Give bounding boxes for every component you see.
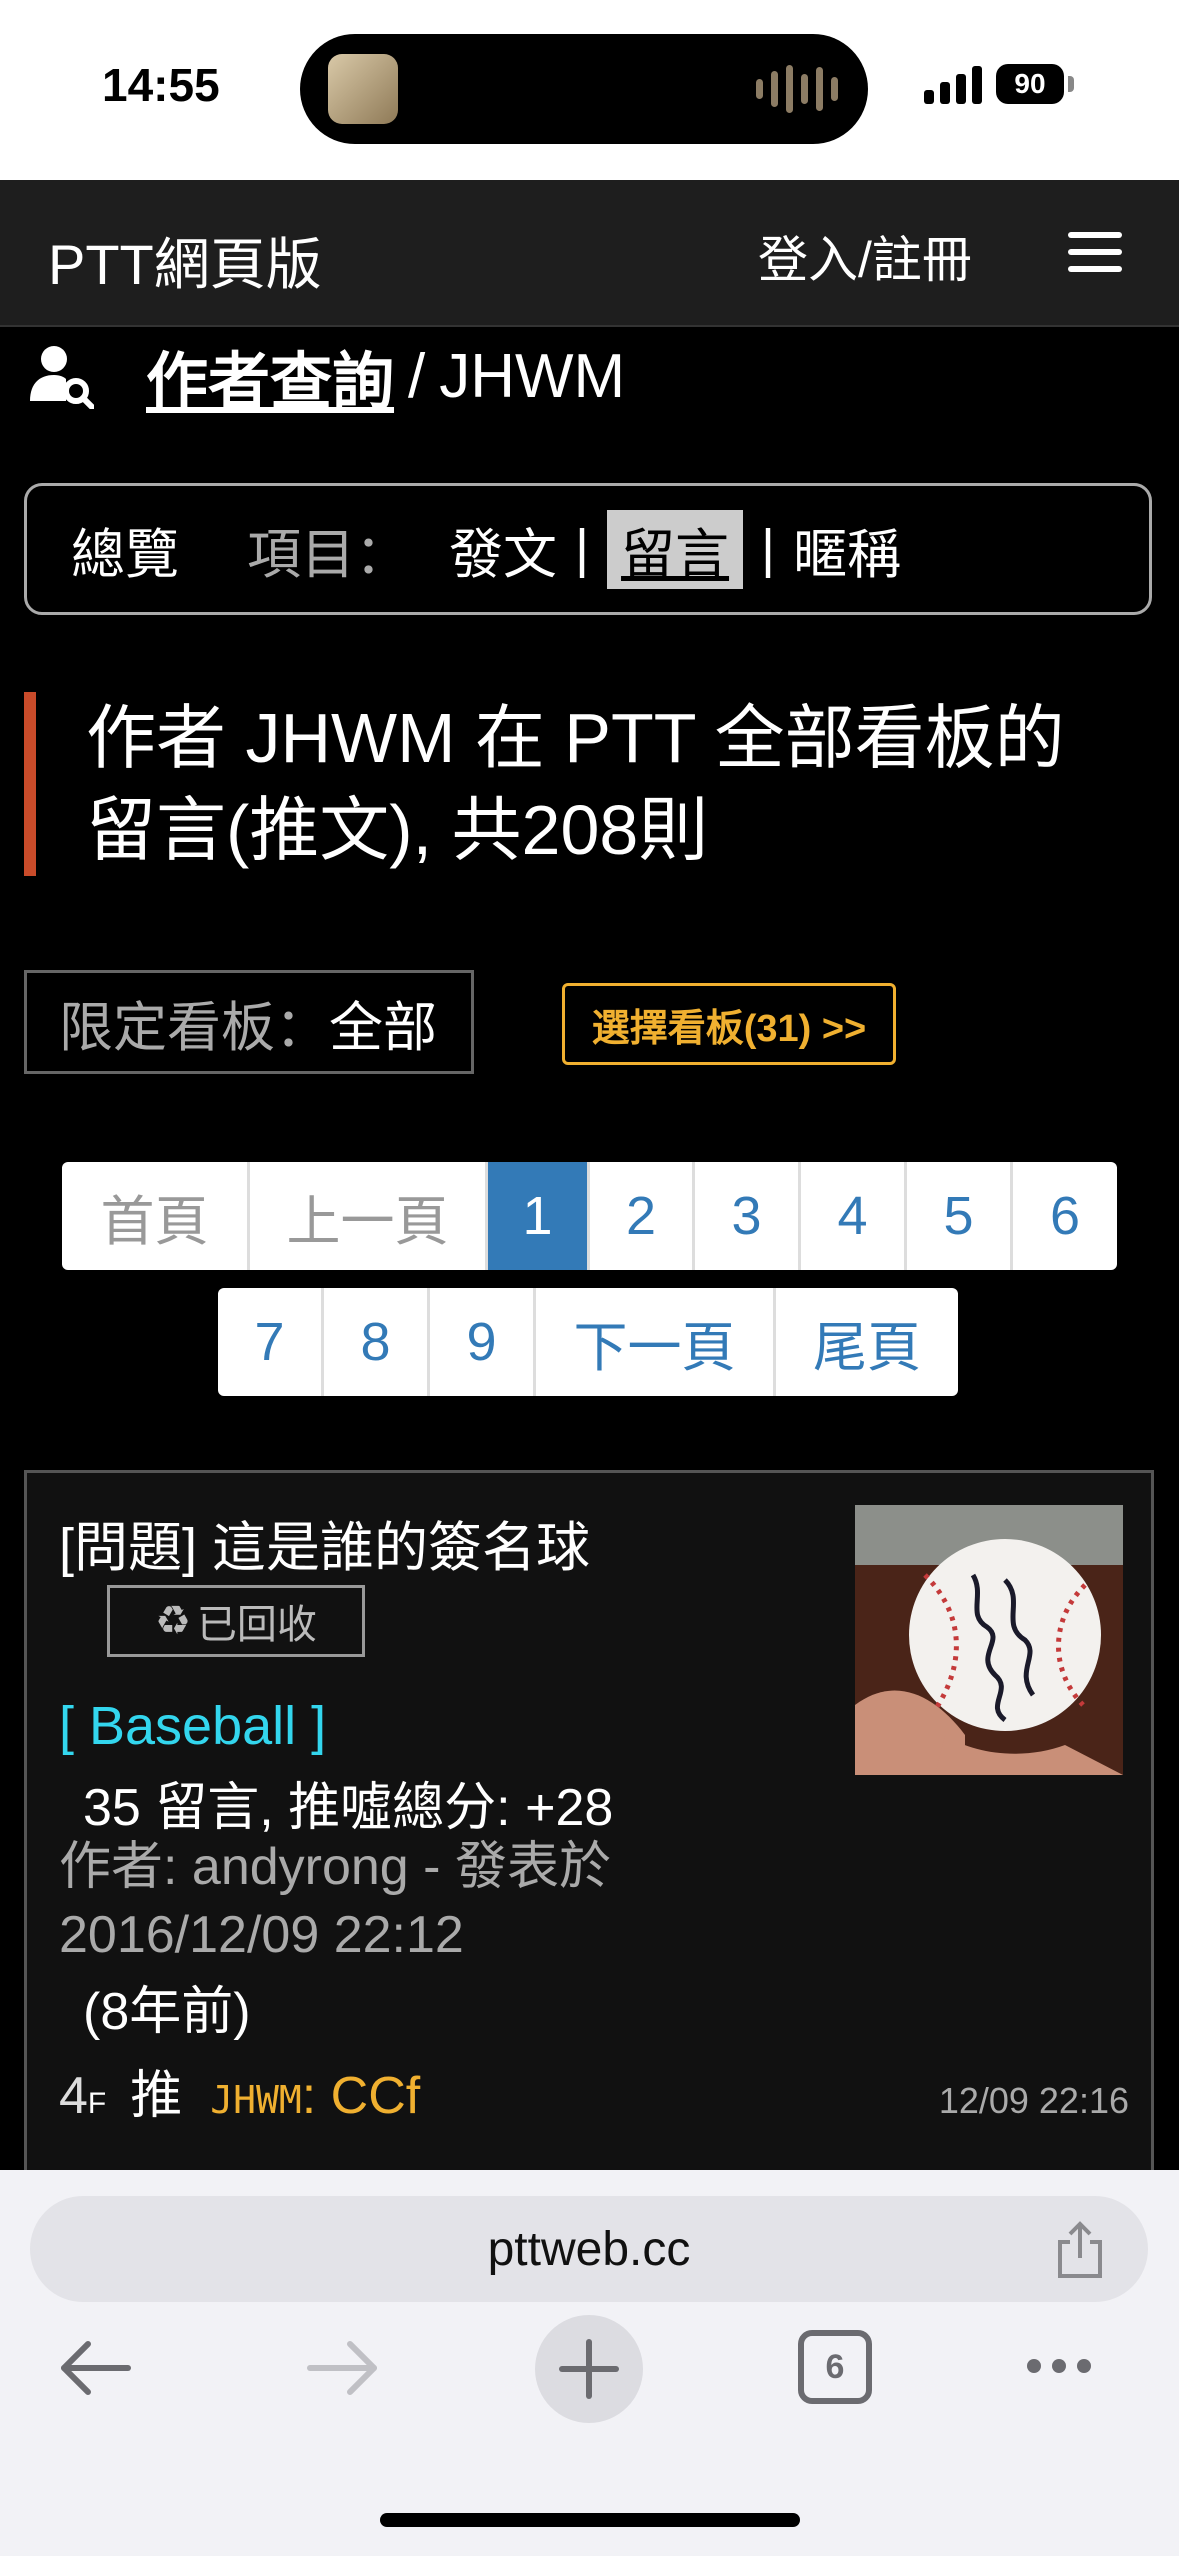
page-4[interactable]: 4 <box>801 1162 907 1270</box>
post-author-line: 作者: andyrong - 發表於 2016/12/09 22:12 <box>59 1838 611 1964</box>
page-2[interactable]: 2 <box>590 1162 695 1270</box>
cellular-signal-icon <box>924 64 982 104</box>
back-arrow-icon[interactable] <box>58 2338 132 2398</box>
push-floor: 4 <box>59 2067 88 2125</box>
tab-posts[interactable]: 發文 <box>449 510 557 589</box>
post-title-link[interactable]: [問題] 這是誰的簽名球 <box>59 1503 590 1582</box>
site-header: PTT網頁版 登入/註冊 <box>0 180 1179 327</box>
board-limit: 限定看板： 全部 <box>24 970 474 1074</box>
board-limit-value: 全部 <box>329 997 437 1058</box>
page-1[interactable]: 1 <box>488 1162 590 1270</box>
breadcrumb-separator: / <box>408 341 426 411</box>
recycle-icon: ♻ <box>155 1599 191 1643</box>
page-title-line2: 留言(推文), 共208則 <box>86 791 709 869</box>
page-next[interactable]: 下一頁 <box>536 1288 776 1396</box>
author-tabs: 總覽 項目： 發文 | 留言 | 暱稱 <box>24 483 1152 615</box>
tab-divider: | <box>761 519 776 579</box>
page-7[interactable]: 7 <box>218 1288 324 1396</box>
page-last[interactable]: 尾頁 <box>776 1288 958 1396</box>
now-playing-artwork <box>328 54 398 124</box>
pagination-row-2: 7 8 9 下一頁 尾頁 <box>218 1288 958 1396</box>
home-indicator[interactable] <box>380 2513 800 2527</box>
tab-nickname[interactable]: 暱稱 <box>793 510 901 589</box>
author-id: JHWM <box>439 341 626 411</box>
share-icon[interactable] <box>1052 2220 1108 2280</box>
choose-board-button[interactable]: 選擇看板(31) >> <box>562 983 896 1065</box>
signed-baseball-image <box>855 1505 1123 1775</box>
more-options-icon[interactable] <box>1024 2356 1094 2376</box>
page-prev[interactable]: 上一頁 <box>250 1162 488 1270</box>
page-title: 作者 JHWM 在 PTT 全部看板的 留言(推文), 共208則 <box>24 692 1154 876</box>
status-badge-label: 已回收 <box>196 1603 317 1647</box>
tab-comments[interactable]: 留言 <box>607 509 744 589</box>
pagination-row-1: 首頁 上一頁 1 2 3 4 5 6 <box>62 1162 1117 1270</box>
hamburger-menu-icon[interactable] <box>1068 232 1122 272</box>
page-9[interactable]: 9 <box>430 1288 536 1396</box>
page-5[interactable]: 5 <box>907 1162 1013 1270</box>
author-search-link[interactable]: 作者查詢 <box>146 331 394 421</box>
dynamic-island[interactable] <box>300 34 868 144</box>
push-text: : CCf <box>301 2067 421 2125</box>
battery-nub <box>1068 76 1074 92</box>
post-age: (8年前) <box>83 1983 251 2041</box>
breadcrumb: 作者查詢 / JHWM <box>28 336 626 417</box>
status-time: 14:55 <box>102 59 220 111</box>
page-3[interactable]: 3 <box>695 1162 801 1270</box>
login-register-link[interactable]: 登入/註冊 <box>758 220 972 292</box>
result-card: [問題] 這是誰的簽名球 ♻ 已回收 [ Baseball ] 35 留言, 推… <box>24 1470 1154 2170</box>
battery-level: 90 <box>1014 68 1046 99</box>
status-bar: 14:55 90 <box>0 0 1179 180</box>
address-bar[interactable]: pttweb.cc <box>30 2196 1148 2302</box>
forward-arrow-icon[interactable] <box>306 2338 380 2398</box>
tabs-count: 6 <box>825 2347 845 2386</box>
board-limit-label: 限定看板： <box>59 997 329 1058</box>
status-badge: ♻ 已回收 <box>107 1585 365 1657</box>
post-thumbnail[interactable] <box>855 1505 1123 1775</box>
audio-waveform-icon <box>756 64 838 114</box>
push-time: 12/09 22:16 <box>938 2080 1129 2121</box>
tabs-count-button[interactable]: 6 <box>798 2330 872 2404</box>
new-tab-plus-icon[interactable] <box>534 2314 644 2424</box>
browser-toolbar: pttweb.cc 6 <box>0 2170 1179 2556</box>
items-label: 項目： <box>247 524 409 585</box>
battery-icon: 90 <box>996 64 1064 104</box>
push-floor-suffix: F <box>87 2087 107 2120</box>
address-bar-url: pttweb.cc <box>487 2222 691 2276</box>
user-search-icon <box>30 346 94 409</box>
board-link[interactable]: [ Baseball ] <box>59 1695 326 1757</box>
post-stats: 35 留言, 推噓總分: +28 <box>83 1779 614 1837</box>
push-user-link[interactable]: JHWM <box>210 2078 302 2122</box>
page-first[interactable]: 首頁 <box>62 1162 250 1270</box>
tab-divider: | <box>575 519 590 579</box>
page-title-line1: 作者 JHWM 在 PTT 全部看板的 <box>86 699 1065 777</box>
push-comment: 4F 推 JHWM: CCf 12/09 22:16 <box>59 2053 1129 2128</box>
page-6[interactable]: 6 <box>1013 1162 1117 1270</box>
push-tag: 推 <box>130 2067 183 2125</box>
page-8[interactable]: 8 <box>324 1288 430 1396</box>
site-brand-link[interactable]: PTT網頁版 <box>48 220 322 301</box>
tab-overview[interactable]: 總覽 <box>71 510 179 589</box>
